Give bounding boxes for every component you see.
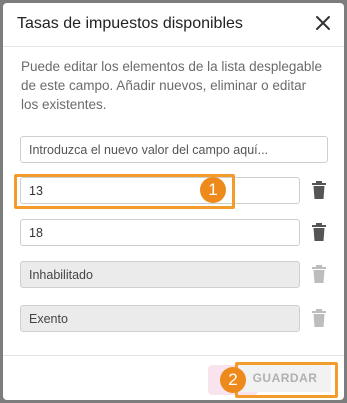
callout-badge-1: 1 [200,177,226,203]
rate-field-inhabilitado [20,261,300,288]
close-icon[interactable] [312,12,334,34]
rate-field-18[interactable] [20,219,300,246]
save-button[interactable]: GUARDAR [239,364,331,392]
trash-icon [311,265,327,283]
rate-field-13[interactable] [20,177,300,204]
new-value-input[interactable] [20,136,328,163]
dialog-header: Tasas de impuestos disponibles [3,3,344,47]
rate-field-exento [20,305,300,332]
trash-icon[interactable] [311,223,327,241]
dialog-title: Tasas de impuestos disponibles [17,15,243,32]
callout-badge-2: 2 [220,367,246,393]
trash-icon[interactable] [311,181,327,199]
tax-rates-dialog: Tasas de impuestos disponibles Puede edi… [3,3,344,400]
trash-icon [311,309,327,327]
dialog-description: Puede editar los elementos de la lista d… [21,59,322,112]
